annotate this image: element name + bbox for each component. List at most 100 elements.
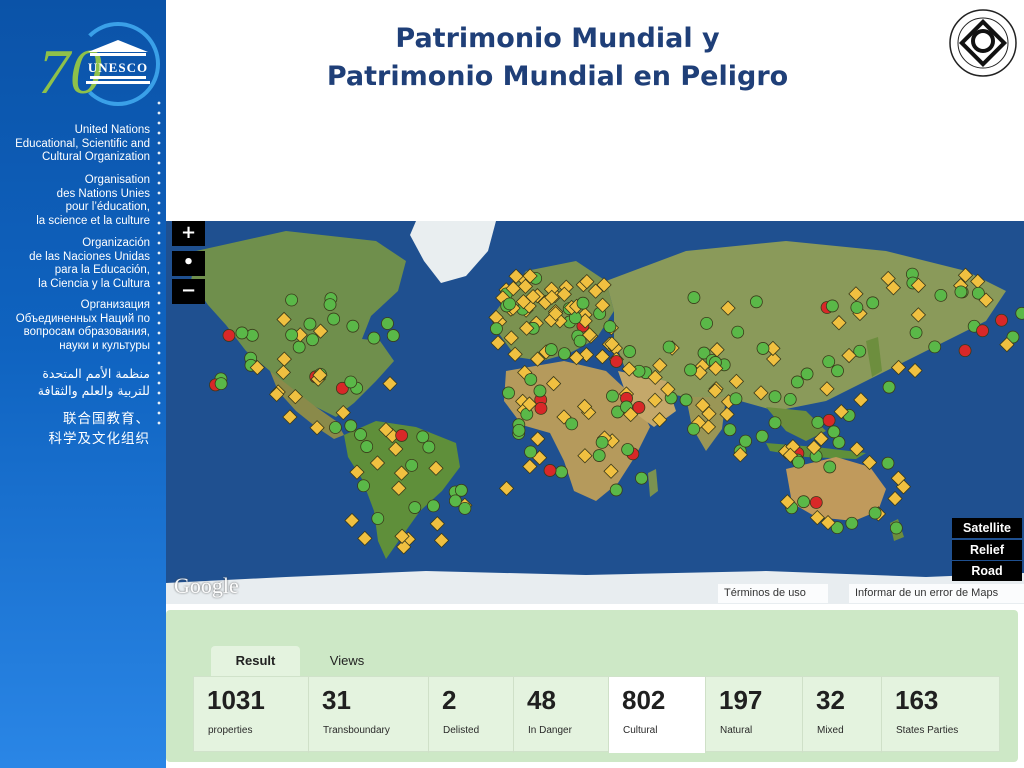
natural-site-marker[interactable]: [603, 320, 617, 334]
stat-properties[interactable]: 1031 properties: [194, 677, 309, 753]
map-type-road-button[interactable]: Road: [952, 561, 1022, 581]
cultural-site-marker[interactable]: [503, 330, 519, 346]
natural-site-marker[interactable]: [371, 512, 385, 525]
cultural-site-marker[interactable]: [388, 441, 404, 457]
cultural-site-marker[interactable]: [357, 530, 373, 547]
natural-site-marker[interactable]: [954, 285, 968, 299]
natural-site-marker[interactable]: [731, 325, 745, 339]
natural-site-marker[interactable]: [866, 296, 880, 310]
danger-site-marker[interactable]: [543, 464, 557, 477]
natural-site-marker[interactable]: [306, 333, 319, 347]
natural-site-marker[interactable]: [381, 317, 394, 330]
natural-site-marker[interactable]: [592, 449, 606, 462]
natural-site-marker[interactable]: [845, 516, 859, 530]
cultural-site-marker[interactable]: [970, 273, 986, 290]
natural-site-marker[interactable]: [635, 471, 648, 485]
natural-site-marker[interactable]: [427, 499, 440, 513]
natural-site-marker[interactable]: [512, 423, 526, 437]
natural-site-marker[interactable]: [408, 501, 422, 514]
natural-site-marker[interactable]: [329, 421, 342, 434]
cultural-site-marker[interactable]: [594, 348, 611, 365]
natural-site-marker[interactable]: [344, 375, 358, 389]
cultural-site-marker[interactable]: [849, 441, 865, 457]
cultural-site-marker[interactable]: [429, 516, 445, 532]
natural-site-marker[interactable]: [868, 506, 882, 520]
zoom-out-button[interactable]: −: [172, 279, 205, 304]
cultural-site-marker[interactable]: [282, 409, 298, 425]
danger-site-marker[interactable]: [609, 355, 623, 368]
natural-site-marker[interactable]: [822, 355, 836, 369]
cultural-site-marker[interactable]: [490, 335, 506, 351]
natural-site-marker[interactable]: [928, 340, 942, 354]
natural-site-marker[interactable]: [544, 343, 558, 356]
natural-site-marker[interactable]: [245, 328, 259, 342]
cultural-site-marker[interactable]: [522, 458, 538, 475]
zoom-in-button[interactable]: +: [172, 221, 205, 246]
natural-site-marker[interactable]: [606, 389, 619, 403]
natural-site-marker[interactable]: [422, 440, 436, 454]
natural-site-marker[interactable]: [448, 494, 462, 508]
natural-site-marker[interactable]: [723, 423, 737, 437]
stat-in-danger[interactable]: 48 In Danger: [514, 677, 609, 753]
natural-site-marker[interactable]: [729, 392, 743, 406]
map-type-relief-button[interactable]: Relief: [952, 540, 1022, 560]
natural-site-marker[interactable]: [555, 465, 568, 479]
natural-site-marker[interactable]: [621, 443, 635, 456]
cultural-site-marker[interactable]: [428, 460, 444, 476]
natural-site-marker[interactable]: [768, 390, 782, 404]
natural-site-marker[interactable]: [790, 375, 804, 389]
cultural-site-marker[interactable]: [651, 412, 668, 428]
map-type-satellite-button[interactable]: Satellite: [952, 518, 1022, 538]
world-map[interactable]: + • − Satellite Relief Road Google Térmi…: [166, 221, 1024, 604]
natural-site-marker[interactable]: [882, 380, 896, 394]
natural-site-marker[interactable]: [797, 495, 811, 509]
natural-site-marker[interactable]: [503, 297, 516, 311]
cultural-site-marker[interactable]: [753, 385, 769, 401]
natural-site-marker[interactable]: [524, 445, 537, 459]
natural-site-marker[interactable]: [756, 342, 770, 355]
stat-natural[interactable]: 197 Natural: [706, 677, 803, 753]
stat-states-parties[interactable]: 163 States Parties: [882, 677, 999, 753]
stat-delisted[interactable]: 2 Delisted: [429, 677, 514, 753]
natural-site-marker[interactable]: [367, 331, 381, 345]
natural-site-marker[interactable]: [292, 340, 306, 354]
danger-site-marker[interactable]: [809, 496, 823, 509]
natural-site-marker[interactable]: [490, 322, 503, 336]
natural-site-marker[interactable]: [595, 435, 609, 449]
natural-site-marker[interactable]: [825, 299, 839, 313]
terms-of-use-link[interactable]: Términos de uso: [718, 584, 828, 603]
natural-site-marker[interactable]: [357, 479, 370, 493]
natural-site-marker[interactable]: [684, 363, 697, 377]
danger-site-marker[interactable]: [976, 324, 989, 338]
cultural-site-marker[interactable]: [603, 463, 619, 479]
natural-site-marker[interactable]: [755, 429, 769, 443]
stat-transboundary[interactable]: 31 Transboundary: [309, 677, 429, 753]
natural-site-marker[interactable]: [700, 316, 713, 330]
cultural-site-marker[interactable]: [861, 454, 878, 471]
natural-site-marker[interactable]: [889, 521, 903, 535]
zoom-reset-button[interactable]: •: [172, 251, 205, 276]
cultural-site-marker[interactable]: [309, 420, 325, 436]
natural-site-marker[interactable]: [214, 377, 228, 391]
cultural-site-marker[interactable]: [728, 373, 745, 390]
stat-cultural[interactable]: 802 Cultural: [609, 677, 706, 753]
cultural-site-marker[interactable]: [433, 532, 450, 548]
natural-site-marker[interactable]: [831, 364, 844, 378]
natural-site-marker[interactable]: [405, 458, 419, 472]
cultural-site-marker[interactable]: [647, 392, 663, 408]
natural-site-marker[interactable]: [235, 326, 249, 340]
natural-site-marker[interactable]: [285, 328, 299, 342]
cultural-site-marker[interactable]: [369, 455, 386, 471]
natural-site-marker[interactable]: [558, 347, 571, 361]
natural-site-marker[interactable]: [832, 436, 846, 449]
natural-site-marker[interactable]: [360, 440, 374, 453]
natural-site-marker[interactable]: [850, 301, 864, 314]
report-map-error-link[interactable]: Informar de un error de Maps: [849, 584, 1024, 603]
natural-site-marker[interactable]: [327, 312, 341, 326]
natural-site-marker[interactable]: [909, 326, 923, 340]
natural-site-marker[interactable]: [285, 293, 298, 307]
stat-mixed[interactable]: 32 Mixed: [803, 677, 882, 753]
cultural-site-marker[interactable]: [391, 480, 407, 496]
cultural-site-marker[interactable]: [831, 315, 847, 331]
natural-site-marker[interactable]: [323, 298, 337, 312]
